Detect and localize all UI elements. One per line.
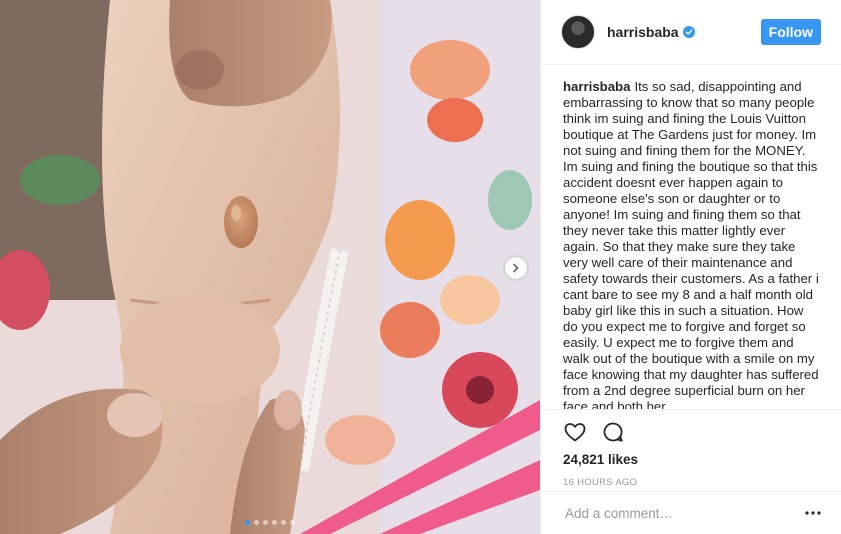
post-sidebar: harrisbaba Follow harrisbaba Its so sad, … (540, 0, 841, 534)
caption-text: Its so sad, disappointing and embarrassi… (563, 79, 819, 409)
comment-input[interactable] (563, 504, 805, 522)
carousel-dot (254, 520, 259, 525)
post-header: harrisbaba Follow (541, 0, 841, 65)
carousel-dot (263, 520, 268, 525)
action-icons (563, 412, 821, 452)
post-actions: 24,821 likes 16 HOURS AGO (541, 409, 841, 488)
comment-bar (541, 491, 841, 534)
carousel-dot (281, 520, 286, 525)
caption-area[interactable]: harrisbaba Its so sad, disappointing and … (541, 65, 841, 409)
carousel-dot (290, 520, 295, 525)
heart-icon[interactable] (563, 420, 587, 444)
avatar[interactable] (561, 15, 595, 49)
verified-badge-icon (682, 26, 695, 38)
follow-button[interactable]: Follow (760, 19, 821, 45)
chevron-right-icon (513, 263, 519, 273)
carousel-indicator (0, 520, 540, 525)
more-horizontal-icon[interactable] (805, 505, 821, 521)
caption-username[interactable]: harrisbaba (563, 79, 630, 94)
carousel-dot (245, 520, 250, 525)
post-timestamp: 16 HOURS AGO (563, 477, 638, 488)
post-photo (0, 0, 540, 534)
post-media[interactable] (0, 0, 540, 534)
instagram-post: harrisbaba Follow harrisbaba Its so sad, … (0, 0, 841, 534)
username[interactable]: harrisbaba (607, 24, 679, 40)
likes-count[interactable]: 24,821 likes (563, 452, 821, 467)
next-slide-button[interactable] (505, 257, 527, 279)
caption: harrisbaba Its so sad, disappointing and … (563, 79, 821, 409)
comment-bubble-icon[interactable] (601, 420, 625, 444)
carousel-dot (272, 520, 277, 525)
